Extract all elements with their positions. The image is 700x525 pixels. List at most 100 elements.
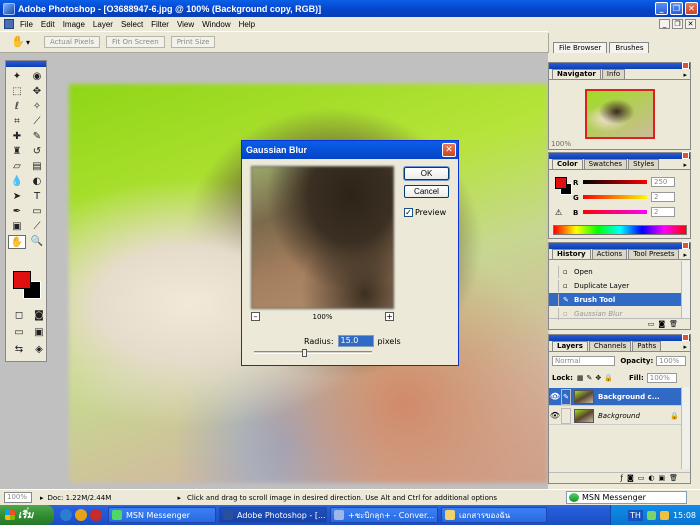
channel-value[interactable]: 2	[651, 207, 675, 217]
gradient-tool-icon[interactable]: ▤	[28, 160, 46, 174]
menu-image[interactable]: Image	[59, 20, 89, 29]
lock-transparency-icon[interactable]: ▦	[577, 374, 584, 382]
fill-input[interactable]: 100%	[646, 373, 677, 383]
tab-history[interactable]: History	[552, 249, 591, 259]
language-indicator[interactable]: TH	[628, 509, 643, 521]
blend-mode-select[interactable]: Normal	[552, 356, 616, 366]
tab-layers[interactable]: Layers	[552, 341, 588, 351]
out-of-gamut-warning-icon[interactable]: ⚠	[555, 208, 562, 217]
tab-navigator[interactable]: Navigator	[552, 69, 601, 79]
color-foreground-swatch[interactable]	[555, 177, 567, 189]
palette-title-bar[interactable]	[549, 62, 690, 69]
lock-position-icon[interactable]: ✥	[595, 374, 601, 382]
layer-set-icon[interactable]: ▭	[638, 474, 645, 482]
history-state[interactable]: ▫ Duplicate Layer	[549, 279, 682, 292]
notes-tool-icon[interactable]: ▣	[8, 220, 26, 234]
preview-checkbox-row[interactable]: ✓ Preview	[404, 208, 446, 217]
brush-tool-icon[interactable]: ✎	[28, 130, 46, 144]
adobe-online-icon[interactable]: ✦	[8, 70, 26, 84]
menu-edit[interactable]: Edit	[37, 20, 59, 29]
start-button[interactable]: เริ่ม	[0, 505, 54, 525]
tab-swatches[interactable]: Swatches	[583, 159, 628, 169]
fullscreen-mode-icon[interactable]: ▣	[30, 326, 48, 340]
tab-file-browser[interactable]: File Browser	[553, 42, 608, 53]
history-scrollbar[interactable]	[681, 261, 690, 319]
dodge-tool-icon[interactable]: ◐	[28, 175, 46, 189]
opacity-input[interactable]: 100%	[656, 356, 686, 366]
doc-minimize-button[interactable]: _	[659, 19, 670, 29]
layer-row-selected[interactable]: 👁 ✎ Background c...	[549, 388, 682, 406]
path-selection-icon[interactable]: ➤	[8, 190, 26, 204]
menu-select[interactable]: Select	[117, 20, 147, 29]
channel-value[interactable]: 2	[651, 192, 675, 202]
cancel-button[interactable]: Cancel	[404, 185, 449, 198]
new-document-icon[interactable]: ▭	[648, 320, 655, 328]
volume-icon[interactable]	[659, 510, 669, 520]
preview-checkbox[interactable]: ✓	[404, 208, 413, 217]
tab-actions[interactable]: Actions	[591, 249, 628, 259]
jump-to-imageready-icon[interactable]: ⇆	[10, 343, 28, 357]
pen-tool-icon[interactable]: ✒	[8, 205, 26, 219]
status-arrow-icon[interactable]: ▸	[178, 494, 182, 502]
clone-stamp-icon[interactable]: ♜	[8, 145, 26, 159]
shape-tool-icon[interactable]: ▭	[28, 205, 46, 219]
adjustment-layer-icon[interactable]: ◐	[648, 474, 654, 482]
eyedropper-tool-icon[interactable]: ⟋	[28, 220, 46, 234]
status-arrow-icon[interactable]: ▸	[40, 494, 44, 502]
palette-title-bar[interactable]	[549, 242, 690, 249]
standard-mode-icon[interactable]: ◻	[10, 309, 28, 323]
history-state-selected[interactable]: ✎ Brush Tool	[549, 293, 682, 306]
clock[interactable]: 15:08	[673, 511, 696, 520]
quick-mask-icon[interactable]: ◙	[30, 309, 48, 323]
doc-close-button[interactable]: ✕	[685, 19, 696, 29]
dialog-close-button[interactable]: ✕	[442, 143, 456, 157]
trash-icon[interactable]: 🗑	[669, 320, 678, 328]
palette-menu-arrow-icon[interactable]: ▸	[683, 161, 687, 169]
eraser-tool-icon[interactable]: ▱	[8, 160, 26, 174]
menu-filter[interactable]: Filter	[147, 20, 173, 29]
palette-menu-arrow-icon[interactable]: ▸	[683, 251, 687, 259]
screen-mode-icon[interactable]: ▭	[10, 326, 28, 340]
hand-tool-icon[interactable]: ✋	[8, 235, 26, 249]
layer-link-icon[interactable]	[561, 407, 571, 424]
layer-row[interactable]: 👁 Background 🔒	[549, 407, 682, 425]
color-ramp[interactable]	[553, 225, 687, 235]
marquee-tool-icon[interactable]: ⬚	[8, 85, 26, 99]
radius-slider[interactable]	[254, 349, 372, 357]
tab-channels[interactable]: Channels	[588, 341, 632, 351]
palette-title-bar[interactable]	[549, 334, 690, 341]
tab-tool-presets[interactable]: Tool Presets	[628, 249, 680, 259]
close-button[interactable]: ✕	[685, 2, 698, 15]
task-my-documents[interactable]: เอกสารของฉัน	[441, 507, 547, 523]
lasso-tool-icon[interactable]: ℓ	[8, 100, 26, 114]
task-adobe-photoshop[interactable]: Adobe Photoshop - [...	[219, 507, 327, 523]
lock-image-icon[interactable]: ✎	[587, 374, 593, 382]
media-icon[interactable]	[90, 509, 102, 521]
tab-styles[interactable]: Styles	[628, 159, 660, 169]
menu-window[interactable]: Window	[198, 20, 234, 29]
slice-tool-icon[interactable]: ⟋	[28, 115, 46, 129]
firefox-icon[interactable]	[75, 509, 87, 521]
tab-brushes[interactable]: Brushes	[609, 42, 650, 53]
blur-tool-icon[interactable]: 💧	[8, 175, 26, 189]
channel-value[interactable]: 250	[651, 177, 675, 187]
healing-brush-icon[interactable]: ✚	[8, 130, 26, 144]
task-msn-messenger[interactable]: MSN Messenger	[108, 507, 216, 523]
history-state[interactable]: ▫ Open	[549, 265, 682, 278]
restore-button[interactable]: ❐	[670, 2, 683, 15]
imageready-icon[interactable]: ◈	[30, 343, 48, 357]
crop-tool-icon[interactable]: ⌗	[8, 115, 26, 129]
dialog-title[interactable]: Gaussian Blur	[242, 141, 458, 159]
layer-link-brush-icon[interactable]: ✎	[561, 388, 571, 405]
foreground-color-swatch[interactable]	[13, 271, 31, 289]
layers-scrollbar[interactable]	[681, 387, 690, 469]
actual-pixels-button[interactable]: Actual Pixels	[44, 36, 101, 48]
navigator-zoom[interactable]: 100%	[551, 140, 571, 148]
minimize-button[interactable]: _	[655, 2, 668, 15]
navigator-thumbnail[interactable]	[585, 89, 655, 139]
palette-close-icon[interactable]	[682, 334, 689, 341]
hand-tool-preset-icon[interactable]: ✋	[10, 35, 26, 49]
eye-icon[interactable]: ◉	[28, 70, 46, 84]
radius-input[interactable]: 15.0	[337, 335, 374, 347]
task-converter[interactable]: +ชะบิกลุก+ - Conver...	[330, 507, 438, 523]
